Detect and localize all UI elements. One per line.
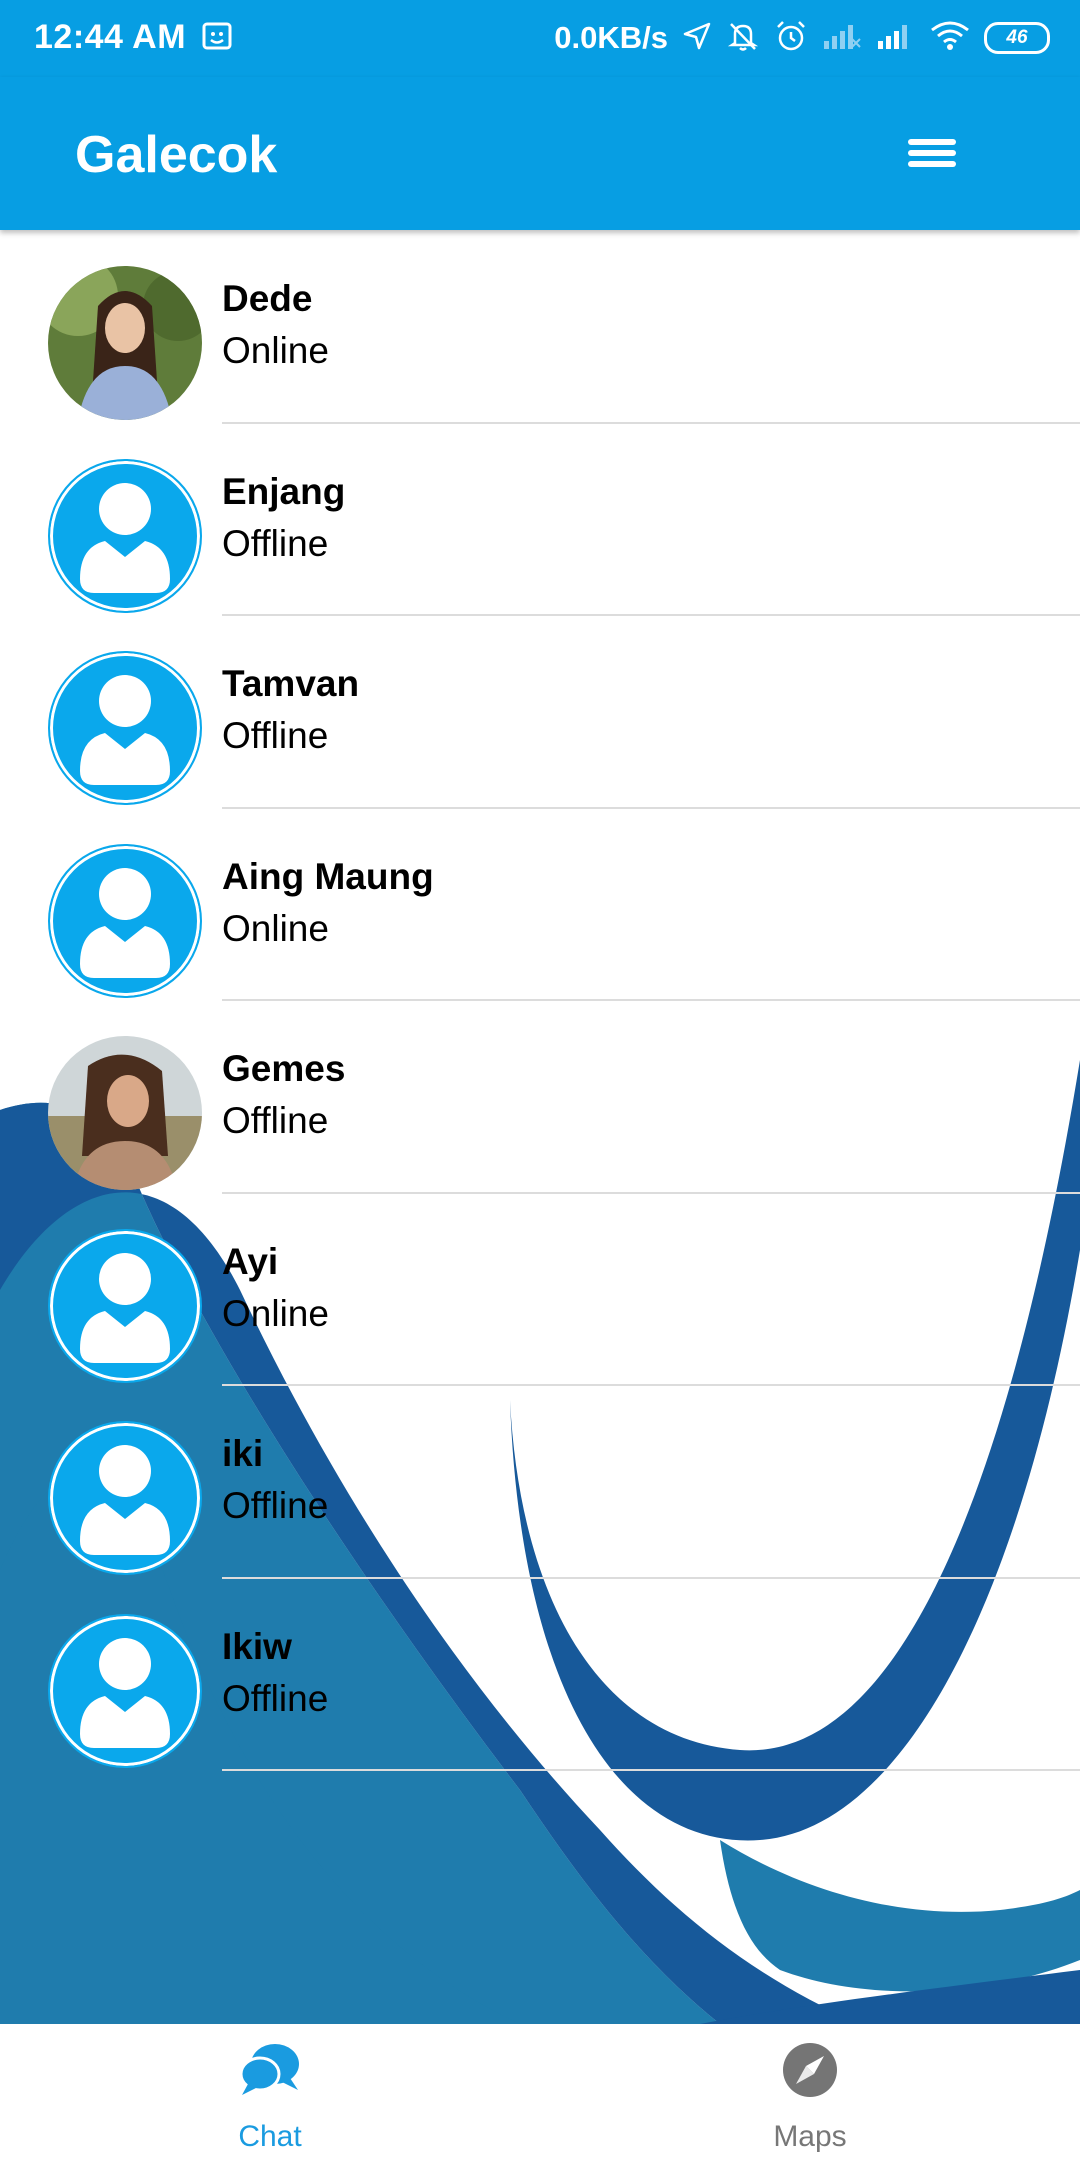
contact-name: Dede (222, 278, 313, 319)
notification-icon (201, 20, 233, 57)
default-avatar-icon (48, 843, 202, 998)
contact-status: Offline (222, 522, 329, 564)
location-icon (682, 21, 712, 56)
status-icons: 0.0KB/s 46 (554, 16, 1050, 60)
status-time: 12:44 AM (34, 18, 187, 56)
default-avatar-icon (48, 1613, 202, 1768)
nav-tab-maps[interactable]: Maps (540, 2024, 1080, 2160)
contact-status: Online (222, 1292, 329, 1334)
contact-row[interactable]: Ayi Online (0, 1194, 1080, 1386)
divider (222, 1769, 1080, 1771)
default-avatar-icon (48, 1421, 202, 1575)
wifi-icon (930, 20, 970, 57)
compass-icon (780, 2040, 840, 2105)
contact-list: Dede Online Enjang Offline Tamvan Offlin… (0, 231, 1080, 1771)
signal-icon (876, 21, 916, 56)
alarm-icon (774, 19, 808, 58)
contact-name: Enjang (222, 470, 346, 512)
contact-row[interactable]: Tamvan Offline (0, 616, 1080, 809)
contact-row[interactable]: Gemes Offline (0, 1001, 1080, 1194)
contact-name: iki (222, 1433, 264, 1474)
contact-row[interactable]: Enjang Offline (0, 424, 1080, 616)
contact-status: Online (222, 907, 329, 949)
contact-row[interactable]: Aing Maung Online (0, 809, 1080, 1001)
contact-name: Aing Maung (222, 855, 434, 897)
contact-status: Offline (222, 1485, 329, 1526)
contact-name: Gemes (222, 1048, 346, 1089)
avatar-photo (48, 1036, 202, 1190)
signal-weak-icon (822, 21, 862, 56)
nav-label-maps: Maps (773, 2120, 847, 2153)
hamburger-menu-icon (908, 139, 956, 167)
contact-name: Tamvan (222, 663, 360, 704)
nav-label-chat: Chat (238, 2120, 302, 2153)
contact-status: Offline (222, 715, 329, 756)
contact-name: Ayi (222, 1240, 279, 1282)
app-title: Galecok (75, 126, 278, 184)
default-avatar-icon (48, 1228, 202, 1383)
contact-row[interactable]: iki Offline (0, 1386, 1080, 1579)
contact-status: Offline (222, 1677, 329, 1719)
default-avatar-icon (48, 651, 202, 805)
default-avatar-icon (48, 458, 202, 613)
net-speed: 0.0KB/s (554, 20, 668, 55)
contact-row[interactable]: Ikiw Offline (0, 1579, 1080, 1771)
bell-off-icon (726, 19, 760, 58)
contact-status: Offline (222, 1100, 329, 1141)
battery-icon: 46 (984, 22, 1050, 54)
chat-bubbles-icon (238, 2040, 302, 2105)
hamburger-menu-button[interactable] (896, 121, 968, 185)
bottom-navigation: Chat Maps (0, 2024, 1080, 2160)
avatar-photo (48, 266, 202, 420)
contact-row[interactable]: Dede Online (0, 231, 1080, 424)
contact-name: Ikiw (222, 1625, 292, 1667)
status-bar: 12:44 AM 0.0KB/s 46 (0, 0, 1080, 77)
contact-status: Online (222, 330, 329, 371)
nav-tab-chat[interactable]: Chat (0, 2024, 540, 2160)
app-bar: Galecok (0, 77, 1080, 230)
